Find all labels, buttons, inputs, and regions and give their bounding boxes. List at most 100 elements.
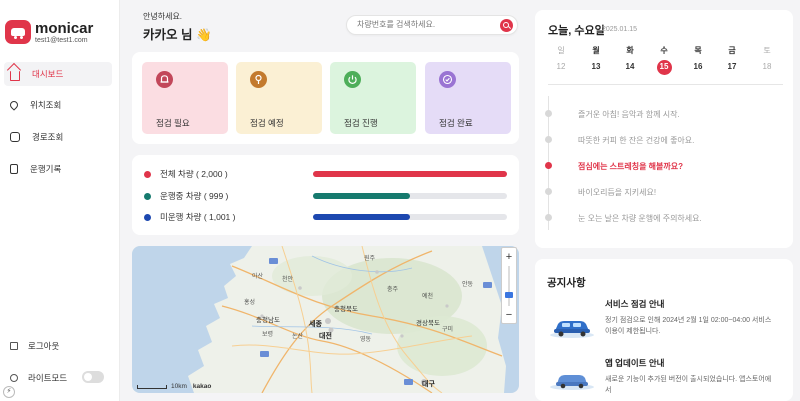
progress-fill-total	[313, 171, 507, 177]
calendar-day[interactable]: 17	[722, 62, 742, 71]
car-logo-icon	[5, 20, 31, 44]
calendar-day[interactable]: 18	[757, 62, 777, 71]
document-icon	[10, 164, 18, 174]
sidebar-item-dashboard[interactable]: 대시보드	[4, 62, 112, 86]
map-provider-logo: kakao	[192, 383, 212, 390]
timeline-item: 눈 오는 날은 차량 운행에 주의하세요.	[578, 214, 702, 223]
exclamation-icon	[250, 71, 267, 88]
map-canvas: 아산 천안 원주충주홍성보령 논산 영동 예천구미 안동	[132, 246, 519, 393]
calendar-day[interactable]: 14	[620, 62, 640, 71]
sidebar: monicar test1@test1.com 대시보드 위치조회 경로조회 운…	[0, 0, 120, 401]
svg-text:구미: 구미	[442, 325, 453, 333]
count-label: 전체 차량 ( 2,000 )	[160, 169, 228, 179]
search-button[interactable]	[500, 19, 513, 32]
calendar-date: 2025.01.15	[602, 26, 638, 33]
weekday-tue: 화	[626, 46, 634, 55]
status-card-label: 점검 진행	[344, 118, 378, 128]
calendar-day-today[interactable]: 15	[654, 62, 674, 71]
timeline-dot	[545, 214, 552, 221]
svg-text:예천: 예천	[422, 292, 433, 300]
status-card-label: 점검 필요	[156, 118, 190, 128]
home-icon	[10, 71, 20, 81]
status-card-in-progress[interactable]: 점검 진행	[330, 62, 416, 134]
sidebar-item-drive-log[interactable]: 운행기록	[4, 157, 112, 181]
svg-text:홍성: 홍성	[244, 298, 255, 306]
lightmode-label: 라이트모드	[28, 373, 68, 383]
timeline-item: 바이오리듬을 지키세요!	[578, 188, 657, 197]
notice-title: 공지사항	[547, 277, 586, 289]
vehicle-map[interactable]: 아산 천안 원주 충주 홍성 보령 논산 영동 예천 구미 안동 충청북도 충청남도 경상북도 세종…	[132, 246, 519, 393]
calendar-day[interactable]: 12	[551, 62, 571, 71]
map-zoom-control: + −	[501, 247, 517, 324]
lightmode-toggle[interactable]	[82, 371, 104, 383]
zoom-in-button[interactable]: +	[502, 250, 516, 264]
progress-track-total	[313, 171, 507, 177]
account-email: test1@test1.com	[35, 37, 88, 44]
timeline-item-active: 점심에는 스트레칭을 해볼까요?	[578, 162, 684, 171]
progress-fill-idle	[313, 214, 410, 220]
weekday-sun: 일	[557, 46, 565, 55]
power-icon	[344, 71, 361, 88]
map-label-chungbuk: 충청북도	[334, 306, 358, 313]
weekday-wed: 수	[660, 46, 668, 55]
svg-text:충주: 충주	[387, 285, 399, 293]
weekday-thu: 목	[694, 46, 702, 55]
timeline-item: 따뜻한 커피 한 잔은 건강에 좋아요.	[578, 136, 695, 145]
progress-track-driving	[313, 193, 507, 199]
weekday-mon: 월	[592, 46, 600, 55]
bell-icon	[156, 71, 173, 88]
status-card-label: 점검 완료	[439, 118, 473, 128]
map-label-daegu: 대구	[422, 381, 435, 388]
svg-text:천안: 천안	[282, 275, 294, 283]
status-dot	[144, 192, 151, 200]
svg-text:아산: 아산	[252, 272, 264, 280]
sidebar-item-route[interactable]: 경로조회	[4, 125, 112, 149]
greeting-text: 안녕하세요.	[143, 12, 183, 21]
sidebar-item-location[interactable]: 위치조회	[4, 93, 112, 117]
search-box	[346, 15, 518, 35]
map-scale: 10km kakao	[137, 383, 211, 390]
app-update-icon	[550, 375, 594, 390]
count-label: 미운행 차량 ( 1,001 )	[160, 212, 236, 222]
calendar-day[interactable]: 13	[586, 62, 606, 71]
timeline-dot	[545, 188, 552, 195]
status-card-completed[interactable]: 점검 완료	[425, 62, 511, 134]
calendar-day[interactable]: 16	[688, 62, 708, 71]
car-service-icon	[550, 321, 594, 338]
count-row-idle: 미운행 차량 ( 1,001 )	[144, 211, 235, 223]
scale-bar	[137, 384, 167, 389]
calendar-title: 오늘, 수요일	[548, 25, 605, 37]
timeline-dot	[545, 136, 552, 143]
zoom-slider[interactable]	[505, 266, 513, 306]
status-dot	[144, 213, 151, 221]
timeline-dot-active	[545, 162, 552, 169]
zoom-out-button[interactable]: −	[502, 308, 516, 322]
progress-fill-driving	[313, 193, 410, 199]
notice-item-title[interactable]: 앱 업데이트 안내	[605, 357, 664, 369]
route-icon	[10, 132, 20, 142]
status-card-scheduled[interactable]: 점검 예정	[236, 62, 322, 134]
status-card-label: 점검 예정	[250, 118, 284, 128]
sidebar-item-label: 경로조회	[32, 132, 64, 142]
svg-text:보령: 보령	[262, 330, 273, 338]
brand-name: monicar	[35, 20, 94, 37]
count-row-total: 전체 차량 ( 2,000 )	[144, 168, 228, 180]
timeline-item: 즐거운 아침! 음악과 함께 시작.	[578, 110, 680, 119]
weekday-fri: 금	[728, 46, 736, 55]
status-card-needed[interactable]: 점검 필요	[142, 62, 228, 134]
notice-item-title[interactable]: 서비스 점검 안내	[605, 298, 664, 310]
count-label: 운행중 차량 ( 999 )	[160, 191, 229, 201]
sidebar-item-label: 운행기록	[30, 164, 62, 174]
svg-text:안동: 안동	[462, 280, 474, 288]
logout-label: 로그아웃	[28, 341, 60, 351]
search-input[interactable]	[357, 20, 497, 29]
logout-button[interactable]: 로그아웃	[10, 340, 59, 352]
sidebar-item-label: 위치조회	[30, 100, 62, 110]
bolt-icon[interactable]: ⚡	[3, 386, 15, 398]
progress-track-idle	[313, 214, 507, 220]
notice-item-body: 새로운 기능이 추가된 버전이 출시되었습니다. 앱스토어에서	[605, 376, 772, 394]
map-label-sejong: 세종	[309, 321, 322, 328]
status-dot	[144, 170, 151, 178]
svg-text:원주: 원주	[364, 254, 376, 262]
notice-item-body: 정기 점검으로 인해 2024년 2월 1일 02:00~04:00 서비스 이…	[605, 317, 772, 335]
